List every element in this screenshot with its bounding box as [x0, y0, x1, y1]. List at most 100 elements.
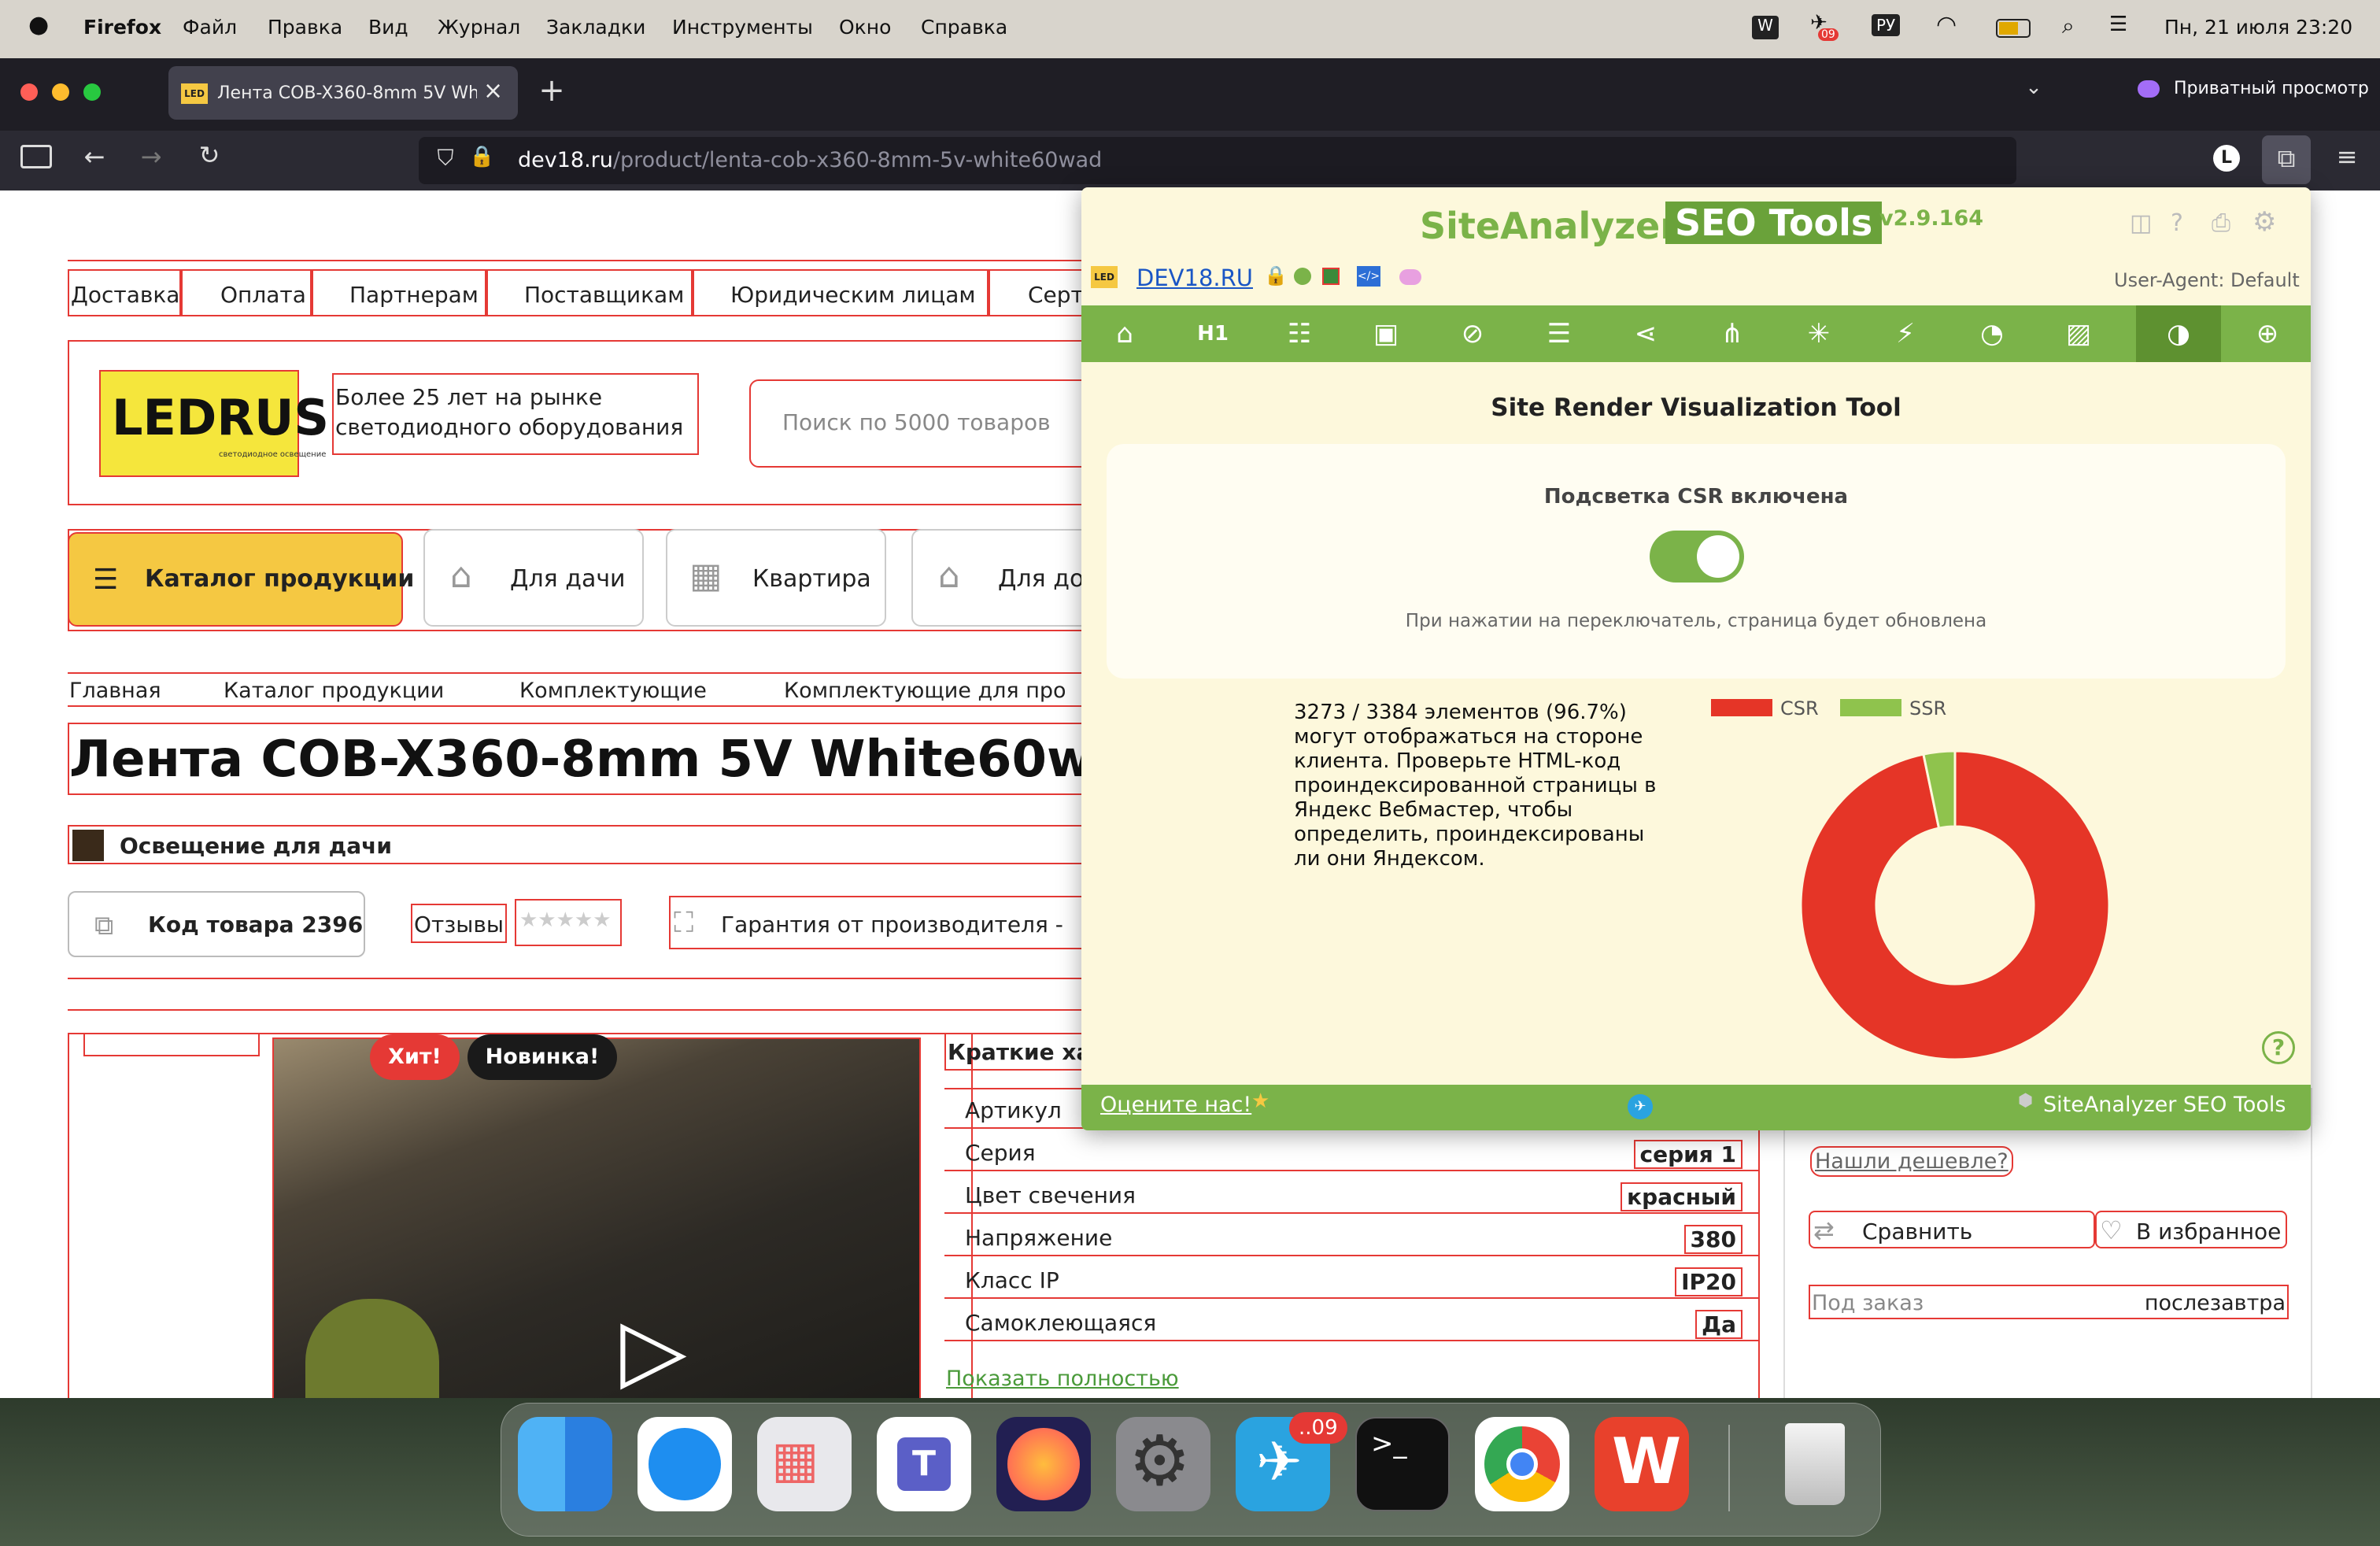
menu-window[interactable]: Окно [839, 16, 891, 39]
sidebar-panel-icon[interactable]: ◫ [2130, 209, 2152, 237]
chrome-app-icon[interactable] [1475, 1417, 1569, 1511]
top-nav-delivery[interactable]: Доставка [71, 282, 179, 308]
breadcrumb-home[interactable]: Главная [69, 679, 161, 703]
help-button[interactable]: ? [2262, 1031, 2295, 1064]
category-tag[interactable]: Освещение для дачи [68, 825, 1091, 864]
top-nav-cert[interactable]: Серт [1028, 282, 1084, 308]
tab-active[interactable]: LED Лента COB-X360-8mm 5V Whit × [168, 66, 518, 120]
server-icon[interactable]: ☰ [1516, 305, 1602, 362]
star-icons: ★★★★★ [519, 908, 612, 932]
top-nav-suppliers[interactable]: Поставщикам [524, 282, 684, 308]
product-image[interactable]: ▷ [272, 1037, 921, 1398]
gallery-icon[interactable]: ▨ [2035, 305, 2122, 362]
tab-close-icon[interactable]: × [483, 77, 503, 105]
cheaper-link[interactable]: Нашли дешевле? [1810, 1146, 2013, 1177]
finder-app-icon[interactable] [518, 1417, 612, 1511]
url-bar[interactable]: ⛉ 🔒 dev18.ru/product/lenta-cob-x360-8mm-… [419, 137, 2016, 184]
window-close-button[interactable] [20, 83, 38, 101]
reviews-link[interactable]: Отзывы [411, 904, 507, 943]
menu-history[interactable]: Журнал [438, 16, 520, 39]
wifi-icon[interactable]: ◠ [1936, 11, 1957, 39]
control-center-icon[interactable]: ☰ [2109, 13, 2127, 36]
site-logo[interactable]: LEDRUS светодиодное освещение [99, 370, 329, 477]
private-browsing-icon [2138, 80, 2160, 98]
globe-icon[interactable]: ⊕ [2224, 305, 2311, 362]
apple-menu-icon[interactable]: ● [28, 11, 49, 39]
profile-avatar[interactable]: L [2213, 145, 2240, 172]
user-agent-label[interactable]: User-Agent: Default [2114, 269, 2300, 291]
top-nav-partners[interactable]: Партнерам [349, 282, 479, 308]
forward-arrow-icon[interactable]: → [134, 142, 168, 172]
site-search-input[interactable]: Поиск по 5000 товаров [749, 379, 1096, 468]
help-circle-icon[interactable]: ? [2171, 209, 2183, 237]
menu-view[interactable]: Вид [368, 16, 408, 39]
safari-app-icon[interactable] [638, 1417, 732, 1511]
breadcrumb-catalog[interactable]: Каталог продукции [224, 679, 444, 703]
show-more-link[interactable]: Показать полностью [946, 1367, 1179, 1391]
dashboard-icon[interactable]: ◔ [1949, 305, 2035, 362]
menu-file[interactable]: Файл [183, 16, 237, 39]
bolt-icon[interactable]: ⚡ [1862, 305, 1949, 362]
menu-app-name[interactable]: Firefox [83, 16, 161, 39]
top-nav-payment[interactable]: Оплата [220, 282, 306, 308]
window-zoom-button[interactable] [83, 83, 101, 101]
link-icon[interactable]: ⊘ [1429, 305, 1516, 362]
search-placeholder: Поиск по 5000 товаров [782, 409, 1051, 435]
footer-brand[interactable]: SiteAnalyzer SEO Tools [2043, 1093, 2286, 1117]
telegram-icon[interactable]: ✈ [1628, 1094, 1653, 1119]
shield-icon[interactable]: ⛉ [431, 145, 460, 172]
spotlight-search-icon[interactable]: ⌕ [2062, 13, 2075, 39]
list-icon[interactable]: ☷ [1256, 305, 1343, 362]
wps-office-app-icon[interactable]: W [1595, 1417, 1689, 1511]
terminal-app-icon[interactable]: >_ [1355, 1417, 1450, 1511]
sidebar-toggle-icon[interactable] [20, 145, 52, 168]
category-card-home[interactable]: ⌂ Для до [911, 529, 1091, 627]
csr-toggle-switch[interactable] [1650, 531, 1744, 583]
home-icon[interactable]: ⌂ [1081, 305, 1168, 362]
copy-icon[interactable]: ⧉ [94, 910, 113, 941]
catalog-button[interactable]: ☰ Каталог продукции [68, 532, 414, 627]
system-settings-app-icon[interactable]: ⚙ [1116, 1417, 1210, 1511]
category-card-apartment[interactable]: ▦ Квартира [666, 529, 886, 627]
settings-gear-icon[interactable]: ⚙ [2252, 206, 2276, 238]
compare-button[interactable]: ⇄ Сравнить [1809, 1211, 2095, 1248]
reload-icon[interactable]: ↻ [192, 140, 227, 170]
window-minimize-button[interactable] [52, 83, 69, 101]
video-play-icon[interactable]: ▷ [620, 1299, 687, 1398]
firefox-app-icon[interactable] [996, 1417, 1091, 1511]
menu-edit[interactable]: Правка [268, 16, 342, 39]
sitemap-icon[interactable]: ⋔ [1689, 305, 1776, 362]
new-tab-plus-icon[interactable]: + [532, 72, 571, 109]
network-icon[interactable]: ✳ [1776, 305, 1862, 362]
menu-bookmarks[interactable]: Закладки [546, 16, 645, 39]
share-icon[interactable]: ⋖ [1602, 305, 1689, 362]
thumbnail-strip[interactable] [83, 1033, 260, 1056]
analyzed-domain-link[interactable]: DEV18.RU [1136, 264, 1253, 291]
h1-tab[interactable]: H1 [1170, 305, 1256, 362]
lock-icon[interactable]: 🔒 [469, 145, 494, 168]
breadcrumb-components[interactable]: Комплектующие [519, 679, 707, 703]
render-contrast-icon[interactable]: ◑ [2136, 305, 2221, 362]
app-menu-icon[interactable]: ≡ [2330, 142, 2364, 172]
image-icon[interactable]: ▣ [1343, 305, 1429, 362]
battery-icon[interactable] [1996, 19, 2031, 38]
rating-stars[interactable]: ★★★★★ [515, 899, 622, 946]
category-card-dacha[interactable]: ⌂ Для дачи [423, 529, 644, 627]
trash-icon[interactable] [1768, 1417, 1862, 1511]
breadcrumb-components-for[interactable]: Комплектующие для про [784, 679, 1066, 703]
back-arrow-icon[interactable]: ← [77, 142, 112, 172]
input-language-indicator[interactable]: РУ [1872, 14, 1901, 36]
csv-export-icon[interactable]: ⎙ [2212, 209, 2230, 237]
menubar-datetime[interactable]: Пн, 21 июля 23:20 [2164, 16, 2352, 39]
rate-us-link[interactable]: Оцените нас! [1100, 1093, 1251, 1117]
menu-help[interactable]: Справка [921, 16, 1007, 39]
launchpad-app-icon[interactable]: ▦ [757, 1417, 852, 1511]
url-text[interactable]: dev18.ru/product/lenta-cob-x360-8mm-5v-w… [518, 148, 1102, 172]
top-nav-legal[interactable]: Юридическим лицам [730, 282, 976, 308]
menu-tools[interactable]: Инструменты [672, 16, 813, 39]
tab-list-chevron-icon[interactable]: ⌄ [2018, 76, 2049, 99]
favorite-button[interactable]: ♡ В избранное [2095, 1211, 2287, 1248]
wps-status-icon[interactable]: W [1752, 16, 1779, 39]
extensions-button[interactable]: ⧉ [2262, 135, 2311, 184]
teams-app-icon[interactable]: T [877, 1417, 971, 1511]
